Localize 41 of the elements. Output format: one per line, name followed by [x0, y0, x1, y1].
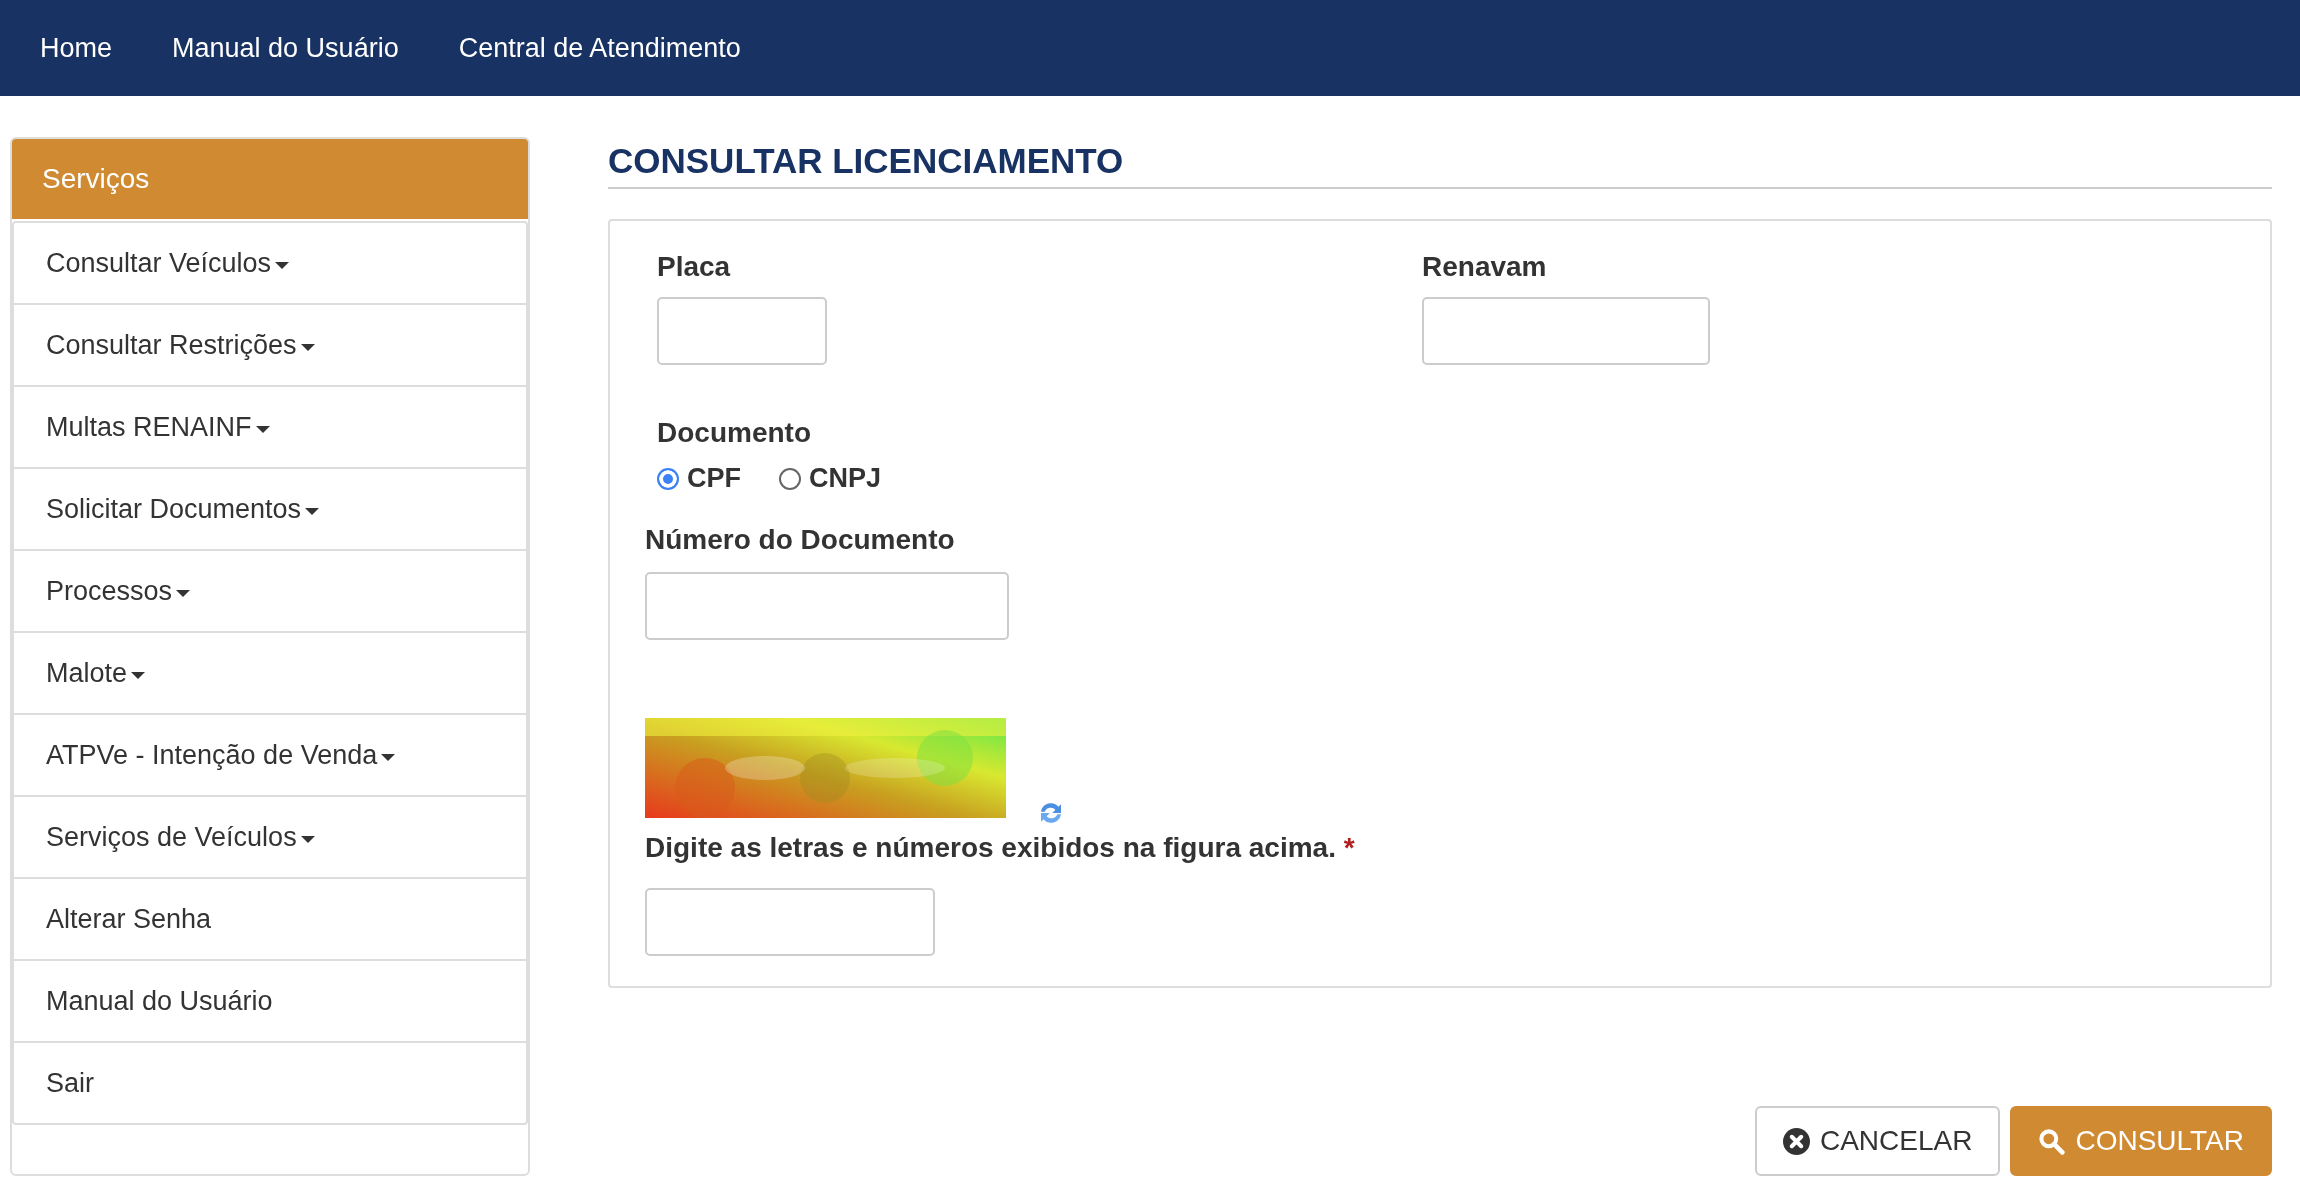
sidebar-item[interactable]: Malote [14, 631, 526, 713]
caret-icon [131, 671, 146, 679]
input-field[interactable] [657, 297, 827, 365]
sidebar-item[interactable]: Manual do Usuário [14, 959, 526, 1041]
field-label: Placa [657, 251, 732, 283]
close-icon [1782, 1127, 1810, 1155]
radio-label: CNPJ [809, 463, 882, 494]
caret-icon [176, 589, 191, 597]
caret-icon [300, 343, 315, 351]
nav-link[interactable]: Home [40, 32, 113, 64]
sidebar-item[interactable]: Consultar Restrições [14, 303, 526, 385]
sidebar-item[interactable]: Consultar Veículos [14, 223, 526, 303]
input-field[interactable] [645, 572, 1009, 640]
sidebar-item[interactable]: Solicitar Documentos [14, 467, 526, 549]
sidebar-header: Serviços [12, 139, 528, 219]
radio-label: CPF [687, 463, 741, 494]
sidebar-item[interactable]: Serviços de Veículos [14, 795, 526, 877]
required-mark: * [1343, 832, 1355, 863]
cancel-button[interactable]: CANCELAR [1754, 1106, 2001, 1176]
caret-icon [381, 753, 396, 761]
caret-icon [300, 835, 315, 843]
field-label: Documento [657, 417, 811, 448]
caret-icon [255, 425, 270, 433]
radio-button[interactable] [657, 467, 679, 490]
field-label: Renavam [1422, 251, 1548, 283]
search-icon [2038, 1127, 2066, 1155]
field-label: Número do Documento [645, 524, 956, 556]
field-label: Digite as letras e números exibidos na figura acima. * [645, 832, 1356, 864]
sidebar-item[interactable]: Alterar Senha [14, 877, 526, 959]
input-field[interactable] [1422, 297, 1710, 365]
nav-link[interactable]: Manual do Usuário [172, 32, 399, 64]
page-title: CONSULTAR LICENCIAMENTO [608, 137, 2272, 189]
sidebar-item[interactable]: Sair [14, 1041, 526, 1123]
sidebar-item[interactable]: ATPVe - Intenção de Venda [14, 713, 526, 795]
sidebar-item[interactable]: Multas RENAINF [14, 385, 526, 467]
caret-icon [305, 507, 320, 515]
radio-button[interactable] [779, 467, 801, 490]
caret-icon [275, 261, 290, 269]
input-field[interactable] [645, 888, 935, 956]
nav-link[interactable]: Central de Atendimento [458, 32, 741, 64]
sidebar-item[interactable]: Processos [14, 549, 526, 631]
